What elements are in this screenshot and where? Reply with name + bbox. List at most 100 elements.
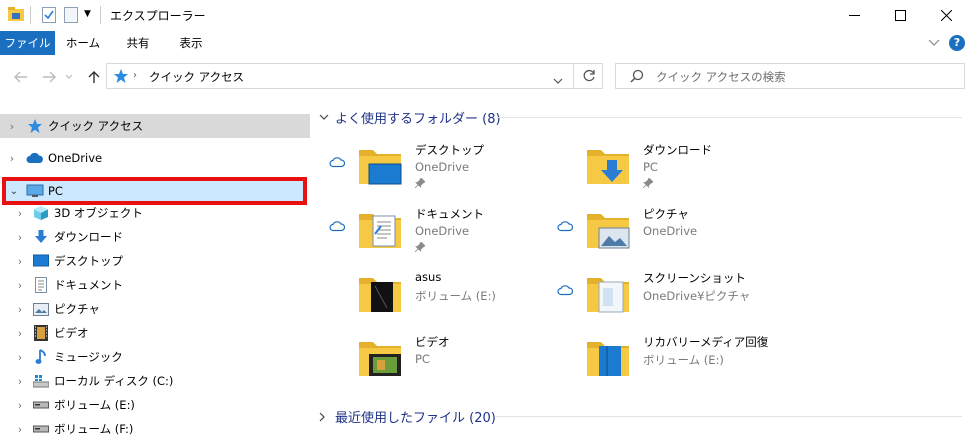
folder-location: ボリューム (E:) — [415, 289, 496, 303]
tab-view[interactable]: 表示 — [166, 31, 216, 55]
chevron-down-icon[interactable] — [319, 114, 329, 122]
chevron-right-icon[interactable]: › — [14, 279, 26, 292]
computer-icon — [26, 183, 44, 199]
windows-drive-icon — [32, 373, 50, 389]
nav-item-desktop[interactable]: › デスクトップ — [0, 249, 310, 273]
nav-item-label: ビデオ — [54, 326, 89, 340]
ribbon-tabs: ファイル ホーム 共有 表示 ? — [0, 31, 970, 55]
divider — [30, 6, 31, 24]
folder-tile-pictures[interactable]: ピクチャ OneDrive — [557, 204, 777, 260]
expand-ribbon-icon[interactable] — [928, 31, 940, 55]
chevron-right-icon[interactable]: › — [14, 327, 26, 340]
nav-item-label: ドキュメント — [54, 278, 123, 292]
address-bar-row: › クイック アクセス › クイック アクセスの検索 — [0, 55, 970, 98]
folder-app-icon — [8, 7, 24, 21]
forward-button[interactable] — [39, 67, 59, 87]
nav-item-label: ミュージック — [54, 350, 123, 364]
nav-item-quick-access[interactable]: › クイック アクセス — [0, 114, 310, 138]
nav-item-label: PC — [48, 184, 63, 198]
picture-folder-icon — [587, 214, 630, 249]
download-icon — [32, 229, 50, 245]
video-icon — [32, 325, 50, 341]
search-icon — [630, 69, 644, 86]
search-box[interactable]: クイック アクセスの検索 — [615, 63, 965, 89]
address-dropdown-icon[interactable] — [553, 73, 563, 87]
chevron-right-icon[interactable]: › — [14, 423, 26, 436]
navigation-pane: › クイック アクセス › OneDrive ⌄ PC › 3D オブジェクト … — [0, 98, 312, 443]
chevron-right-icon[interactable]: › — [14, 303, 26, 316]
folder-location: ボリューム (E:) — [643, 353, 724, 367]
folder-tile-downloads[interactable]: ダウンロード PC — [557, 140, 777, 196]
pin-icon — [643, 178, 653, 188]
group-header-recent[interactable]: 最近使用したファイル (20) — [319, 407, 496, 426]
folder-tile-documents[interactable]: ドキュメント OneDrive — [329, 204, 549, 260]
tab-home[interactable]: ホーム — [58, 31, 108, 55]
chevron-right-icon[interactable]: › — [14, 231, 26, 244]
nav-item-music[interactable]: › ミュージック — [0, 345, 310, 369]
tab-file[interactable]: ファイル — [0, 31, 55, 55]
back-button[interactable] — [11, 67, 31, 87]
up-button[interactable] — [84, 67, 104, 87]
help-icon[interactable]: ? — [949, 31, 965, 55]
nav-item-local-disk-c[interactable]: › ローカル ディスク (C:) — [0, 369, 310, 393]
cube-icon — [32, 205, 50, 221]
drive-icon — [32, 421, 50, 437]
customize-dropdown-icon[interactable]: ▼ — [84, 9, 91, 19]
breadcrumb[interactable]: クイック アクセス — [149, 69, 244, 85]
folder-location: OneDrive — [415, 224, 470, 238]
nav-item-label: ローカル ディスク (C:) — [54, 374, 174, 388]
group-header-frequent[interactable]: よく使用するフォルダー (8) — [319, 108, 501, 127]
folder-tile-asus[interactable]: asus ボリューム (E:) — [329, 268, 549, 324]
group-header-label: 最近使用したファイル (20) — [335, 411, 496, 426]
folder-name: ビデオ — [415, 335, 450, 349]
chevron-right-icon[interactable]: › — [14, 351, 26, 364]
chevron-right-icon[interactable]: › — [6, 120, 18, 133]
minimize-button[interactable] — [831, 0, 877, 31]
properties-icon[interactable] — [42, 7, 56, 23]
folder-tile-videos[interactable]: ビデオ PC — [329, 332, 549, 388]
music-icon — [32, 349, 50, 365]
recent-locations-icon[interactable] — [63, 67, 75, 87]
chevron-right-icon[interactable]: › — [6, 152, 18, 165]
picture-icon — [32, 301, 50, 317]
nav-item-label: デスクトップ — [54, 254, 123, 268]
content-pane: よく使用するフォルダー (8) デスクトップ OneDrive ダウンロード P… — [313, 98, 970, 443]
nav-item-videos[interactable]: › ビデオ — [0, 321, 310, 345]
chevron-right-icon[interactable]: › — [14, 375, 26, 388]
chevron-right-icon[interactable]: › — [14, 207, 26, 220]
chevron-right-icon[interactable]: › — [14, 255, 26, 268]
breadcrumb-separator-icon[interactable]: › — [233, 70, 237, 81]
search-input[interactable]: クイック アクセスの検索 — [656, 69, 786, 85]
chevron-right-icon[interactable] — [319, 412, 327, 422]
desktop-folder-icon — [359, 150, 402, 185]
close-button[interactable] — [923, 0, 969, 31]
cloud-status-icon — [329, 157, 345, 168]
nav-item-downloads[interactable]: › ダウンロード — [0, 225, 310, 249]
cloud-status-icon — [557, 221, 573, 232]
nav-item-onedrive[interactable]: › OneDrive — [0, 146, 310, 170]
folder-name: リカバリーメディア回復 — [643, 335, 769, 349]
new-folder-icon[interactable] — [64, 7, 78, 23]
nav-item-pictures[interactable]: › ピクチャ — [0, 297, 310, 321]
divider — [573, 64, 574, 88]
nav-item-documents[interactable]: › ドキュメント — [0, 273, 310, 297]
star-icon — [26, 118, 44, 134]
folder-tile-recovery-media[interactable]: リカバリーメディア回復 ボリューム (E:) — [557, 332, 777, 388]
nav-item-volume-e[interactable]: › ボリューム (E:) — [0, 393, 310, 417]
maximize-button[interactable] — [877, 0, 923, 31]
folder-name: asus — [415, 270, 442, 284]
tab-share[interactable]: 共有 — [113, 31, 163, 55]
nav-item-3d-objects[interactable]: › 3D オブジェクト — [0, 201, 310, 225]
folder-tile-screenshots[interactable]: スクリーンショット OneDrive¥ピクチャ — [557, 268, 777, 324]
cloud-status-icon — [329, 221, 345, 232]
screenshot-folder-icon — [587, 278, 629, 313]
chevron-right-icon[interactable]: › — [14, 399, 26, 412]
folder-location: PC — [643, 160, 658, 174]
chevron-down-icon[interactable]: ⌄ — [8, 186, 20, 197]
folder-tile-desktop[interactable]: デスクトップ OneDrive — [329, 140, 549, 196]
folder-location: PC — [415, 352, 430, 366]
refresh-icon[interactable] — [582, 69, 596, 86]
document-icon — [32, 277, 50, 293]
address-bar[interactable]: › クイック アクセス › — [106, 63, 603, 89]
nav-item-volume-f[interactable]: › ボリューム (F:) — [0, 417, 310, 441]
